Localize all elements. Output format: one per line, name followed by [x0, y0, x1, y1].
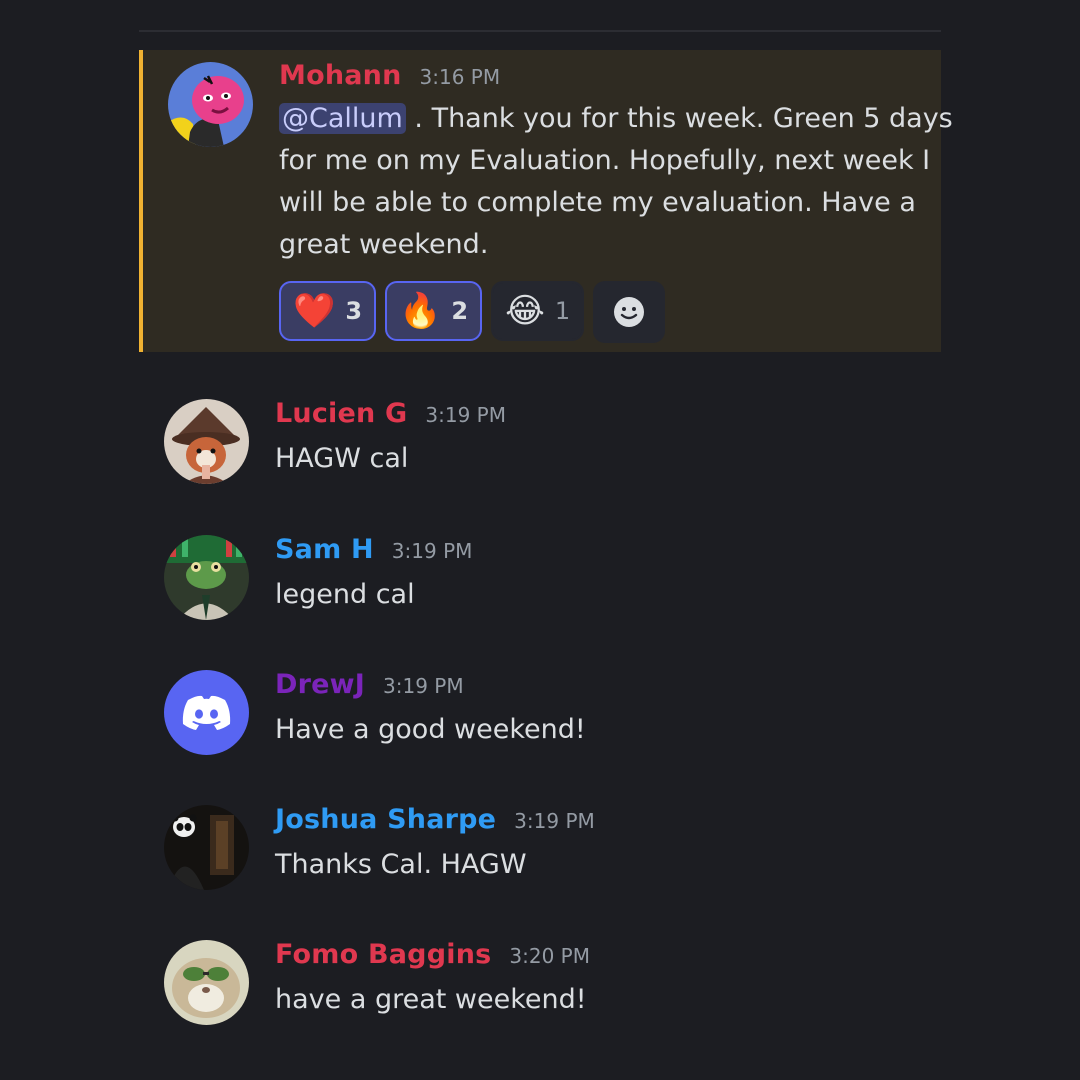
heart-emoji-icon: ❤️	[293, 291, 336, 331]
message[interactable]: Fomo Baggins 3:20 PM have a great weeken…	[139, 929, 941, 1039]
message-line: will be able to complete my evaluation. …	[279, 187, 916, 218]
user-mention[interactable]: @Callum	[279, 103, 406, 134]
username[interactable]: Sam H	[275, 534, 374, 565]
timestamp: 3:20 PM	[509, 944, 590, 968]
avatar-fomo-baggins[interactable]	[164, 940, 249, 1025]
avatar-drewj[interactable]	[164, 670, 249, 755]
username[interactable]: Mohann	[279, 60, 402, 91]
message-line: great weekend.	[279, 229, 489, 260]
message-header: Lucien G 3:19 PM	[275, 398, 506, 429]
avatar-mohann[interactable]	[168, 62, 253, 147]
message-text: Thanks Cal. HAGW	[275, 849, 527, 880]
message-highlighted[interactable]: Mohann 3:16 PM @Callum . Thank you for t…	[139, 50, 953, 352]
message-header: Joshua Sharpe 3:19 PM	[275, 804, 595, 835]
message-line: @Callum . Thank you for this week. Green…	[279, 98, 953, 140]
username[interactable]: Joshua Sharpe	[275, 804, 496, 835]
avatar-sam-h[interactable]	[164, 535, 249, 620]
message[interactable]: DrewJ 3:19 PM Have a good weekend!	[139, 659, 941, 769]
message[interactable]: Sam H 3:19 PM legend cal	[139, 524, 941, 634]
message[interactable]: Lucien G 3:19 PM HAGW cal	[139, 388, 941, 498]
username[interactable]: Fomo Baggins	[275, 939, 491, 970]
smiley-add-reaction-icon	[614, 297, 645, 327]
username[interactable]: Lucien G	[275, 398, 407, 429]
avatar-lucien-g[interactable]	[164, 399, 249, 484]
reaction-count: 1	[554, 297, 571, 325]
message-header: DrewJ 3:19 PM	[275, 669, 464, 700]
message-text: . Thank you for this week. Green 5 days	[405, 103, 953, 134]
message-header: Fomo Baggins 3:20 PM	[275, 939, 590, 970]
message-text: Have a good weekend!	[275, 714, 586, 745]
reaction-heart[interactable]: ❤️ 3	[279, 281, 377, 341]
avatar-image	[164, 940, 249, 1025]
top-divider	[139, 30, 941, 32]
message-content: @Callum . Thank you for this week. Green…	[279, 98, 953, 266]
timestamp: 3:19 PM	[425, 403, 506, 427]
reaction-fire[interactable]: 🔥 2	[385, 281, 483, 341]
reaction-count: 2	[451, 297, 469, 325]
avatar-image	[168, 62, 253, 147]
avatar-image	[164, 399, 249, 484]
fire-emoji-icon: 🔥	[399, 291, 442, 331]
username[interactable]: DrewJ	[275, 669, 365, 700]
reactions-bar: ❤️ 3 🔥 2 😂 1	[279, 281, 666, 343]
avatar-image	[164, 535, 249, 620]
message-header: Mohann 3:16 PM	[279, 60, 500, 91]
message-line: for me on my Evaluation. Hopefully, next…	[279, 145, 931, 176]
message-text: HAGW cal	[275, 443, 409, 474]
timestamp: 3:19 PM	[391, 539, 473, 563]
reaction-joy[interactable]: 😂 1	[491, 281, 585, 341]
reaction-count: 3	[345, 297, 363, 325]
timestamp: 3:19 PM	[383, 674, 464, 698]
timestamp: 3:19 PM	[514, 809, 595, 833]
avatar-joshua-sharpe[interactable]	[164, 805, 249, 890]
message-header: Sam H 3:19 PM	[275, 534, 472, 565]
discord-logo-icon	[164, 670, 249, 755]
message[interactable]: Joshua Sharpe 3:19 PM Thanks Cal. HAGW	[139, 794, 941, 904]
add-reaction-button[interactable]	[593, 281, 666, 343]
message-text: have a great weekend!	[275, 984, 587, 1015]
tears-of-joy-emoji-icon: 😂	[505, 291, 545, 331]
avatar-image	[164, 805, 249, 890]
message-text: legend cal	[275, 579, 415, 610]
timestamp: 3:16 PM	[419, 65, 501, 89]
